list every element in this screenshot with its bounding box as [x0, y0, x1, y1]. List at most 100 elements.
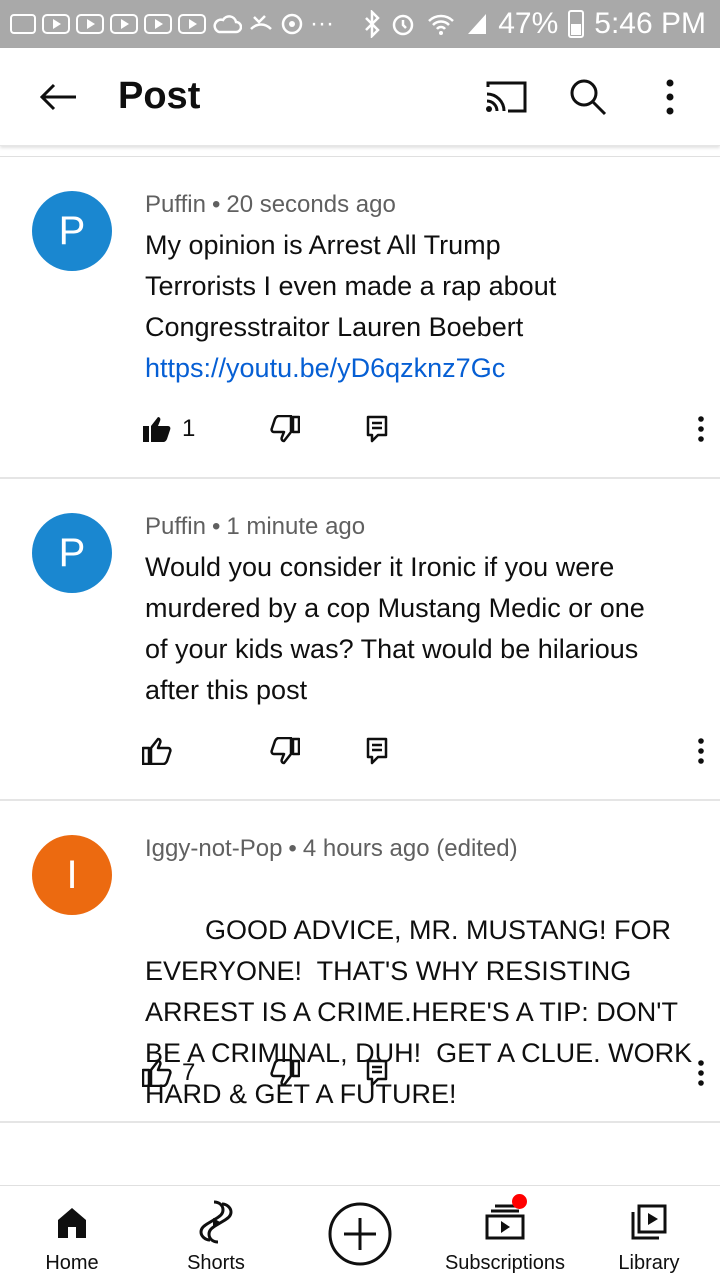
- back-button[interactable]: [28, 67, 88, 127]
- comment-line: EVERYONE! THAT'S WHY RESISTING: [145, 956, 632, 986]
- battery-percent: 47%: [498, 7, 559, 40]
- more-vert-icon: [698, 416, 704, 442]
- comment-item: P Puffin • 20 seconds ago My opinion is Ar…: [0, 157, 720, 479]
- dislike-button[interactable]: [270, 407, 300, 451]
- dislike-button[interactable]: [270, 1051, 300, 1095]
- like-count: 7: [182, 1059, 196, 1086]
- avatar[interactable]: I: [32, 835, 112, 915]
- comment-line: after this post: [145, 675, 308, 705]
- home-icon: [58, 1208, 86, 1238]
- reply-comment-icon: [366, 1059, 388, 1087]
- more-options-button[interactable]: [640, 67, 700, 127]
- notification-dot: [512, 1194, 527, 1209]
- alarm-icon: [392, 14, 414, 36]
- comment-more-button[interactable]: [697, 1051, 705, 1095]
- comment-author[interactable]: Iggy-not-Pop: [145, 835, 282, 862]
- page-title: Post: [118, 75, 201, 117]
- comment-more-button[interactable]: [697, 407, 705, 451]
- missed-call-icon: [250, 15, 272, 30]
- shorts-icon: [199, 1200, 233, 1244]
- comment-author[interactable]: Puffin: [145, 513, 206, 540]
- youtube-notification-icon: [144, 14, 172, 34]
- like-count: 1: [182, 415, 196, 442]
- youtube-notification-icon: [76, 14, 104, 34]
- comment-time: 20 seconds ago: [226, 191, 396, 218]
- notification-icons: ···: [10, 12, 334, 36]
- comment-actions: [130, 729, 705, 773]
- thumbs-up-filled-icon: [143, 417, 171, 442]
- bottom-navigation: Home Shorts Subscriptions Library: [0, 1185, 720, 1280]
- comment-item: P Puffin • 1 minute ago Would you consider…: [0, 479, 720, 801]
- reply-button[interactable]: [366, 407, 388, 451]
- comment-link[interactable]: https://youtu.be/yD6qzknz7Gc: [145, 348, 685, 389]
- nav-subscriptions[interactable]: Subscriptions: [430, 1186, 580, 1280]
- more-vert-icon: [698, 1060, 704, 1086]
- add-circle-icon: [328, 1202, 392, 1266]
- more-notifications-indicator: ···: [310, 10, 334, 37]
- reply-button[interactable]: [366, 1051, 388, 1095]
- nav-shorts[interactable]: Shorts: [166, 1186, 266, 1280]
- dislike-button[interactable]: [270, 729, 300, 773]
- nav-home-label: Home: [45, 1252, 99, 1274]
- cast-icon: [486, 81, 527, 112]
- reply-button[interactable]: [366, 729, 388, 773]
- comment-line: My opinion is Arrest All Trump: [145, 230, 501, 260]
- wifi-icon: [428, 14, 455, 35]
- library-icon: [631, 1204, 667, 1240]
- reply-comment-icon: [366, 737, 388, 765]
- status-bar: ··· 47% 5:46 PM: [0, 0, 720, 48]
- thumbs-down-icon: [270, 737, 300, 765]
- search-button[interactable]: [558, 67, 618, 127]
- comments-list: P Puffin • 20 seconds ago My opinion is Ar…: [0, 156, 720, 1123]
- nav-shorts-label: Shorts: [187, 1252, 245, 1274]
- nav-home[interactable]: Home: [22, 1186, 122, 1280]
- back-arrow-icon: [39, 83, 76, 110]
- comment-actions: 7: [130, 1051, 705, 1095]
- comment-meta: Puffin • 20 seconds ago: [145, 191, 396, 218]
- cloud-icon: [213, 15, 242, 34]
- cast-button[interactable]: [476, 67, 536, 127]
- battery-icon: [568, 10, 585, 38]
- like-button[interactable]: 7: [142, 1051, 195, 1095]
- comment-item: I Iggy-not-Pop • 4 hours ago (edited) GOOD…: [0, 801, 720, 1123]
- nav-library-label: Library: [618, 1252, 680, 1274]
- app-screen: ··· 47% 5:46 PM Post P Puffin • 20 secon…: [0, 0, 720, 1280]
- avatar[interactable]: P: [32, 513, 112, 593]
- nav-subscriptions-label: Subscriptions: [444, 1252, 566, 1274]
- create-button[interactable]: [318, 1186, 402, 1280]
- sync-icon: [281, 13, 303, 35]
- message-notification-icon: [10, 14, 36, 34]
- comment-line: Congresstraitor Lauren Boebert: [145, 312, 524, 342]
- comment-author[interactable]: Puffin: [145, 191, 206, 218]
- clock: 5:46 PM: [594, 7, 706, 40]
- comment-more-button[interactable]: [697, 729, 705, 773]
- more-vert-icon: [698, 738, 704, 764]
- comment-meta: Puffin • 1 minute ago: [145, 513, 366, 540]
- comment-line: of your kids was? That would be hilariou…: [145, 634, 639, 664]
- thumbs-up-icon: [142, 1059, 172, 1087]
- youtube-notification-icon: [42, 14, 70, 34]
- like-button[interactable]: [142, 729, 182, 773]
- comment-meta: Iggy-not-Pop • 4 hours ago (edited): [145, 835, 518, 862]
- like-button[interactable]: 1: [142, 407, 195, 451]
- comment-text: My opinion is Arrest All Trump Terrorist…: [145, 225, 685, 389]
- subscriptions-icon: [485, 1204, 525, 1240]
- comment-text: Would you consider it Ironic if you were…: [145, 547, 685, 711]
- youtube-notification-icon: [110, 14, 138, 34]
- signal-icon: [468, 14, 487, 34]
- avatar[interactable]: P: [32, 191, 112, 271]
- bluetooth-icon: [365, 10, 380, 38]
- nav-library[interactable]: Library: [599, 1186, 699, 1280]
- reply-comment-icon: [366, 415, 388, 443]
- comment-line: murdered by a cop Mustang Medic or one: [145, 593, 645, 623]
- comment-line: Terrorists I even made a rap about: [145, 271, 557, 301]
- top-app-bar: Post: [0, 48, 720, 146]
- search-icon: [570, 79, 607, 115]
- comment-line: ARREST IS A CRIME.HERE'S A TIP: DON'T: [145, 997, 678, 1027]
- comment-actions: 1: [130, 407, 705, 451]
- comment-line: GOOD ADVICE, MR. MUSTANG! FOR: [205, 915, 672, 945]
- comment-line: Would you consider it Ironic if you were: [145, 552, 615, 582]
- comment-time: 4 hours ago (edited): [302, 835, 518, 862]
- thumbs-down-icon: [270, 1059, 300, 1087]
- app-bar-actions: [476, 67, 700, 127]
